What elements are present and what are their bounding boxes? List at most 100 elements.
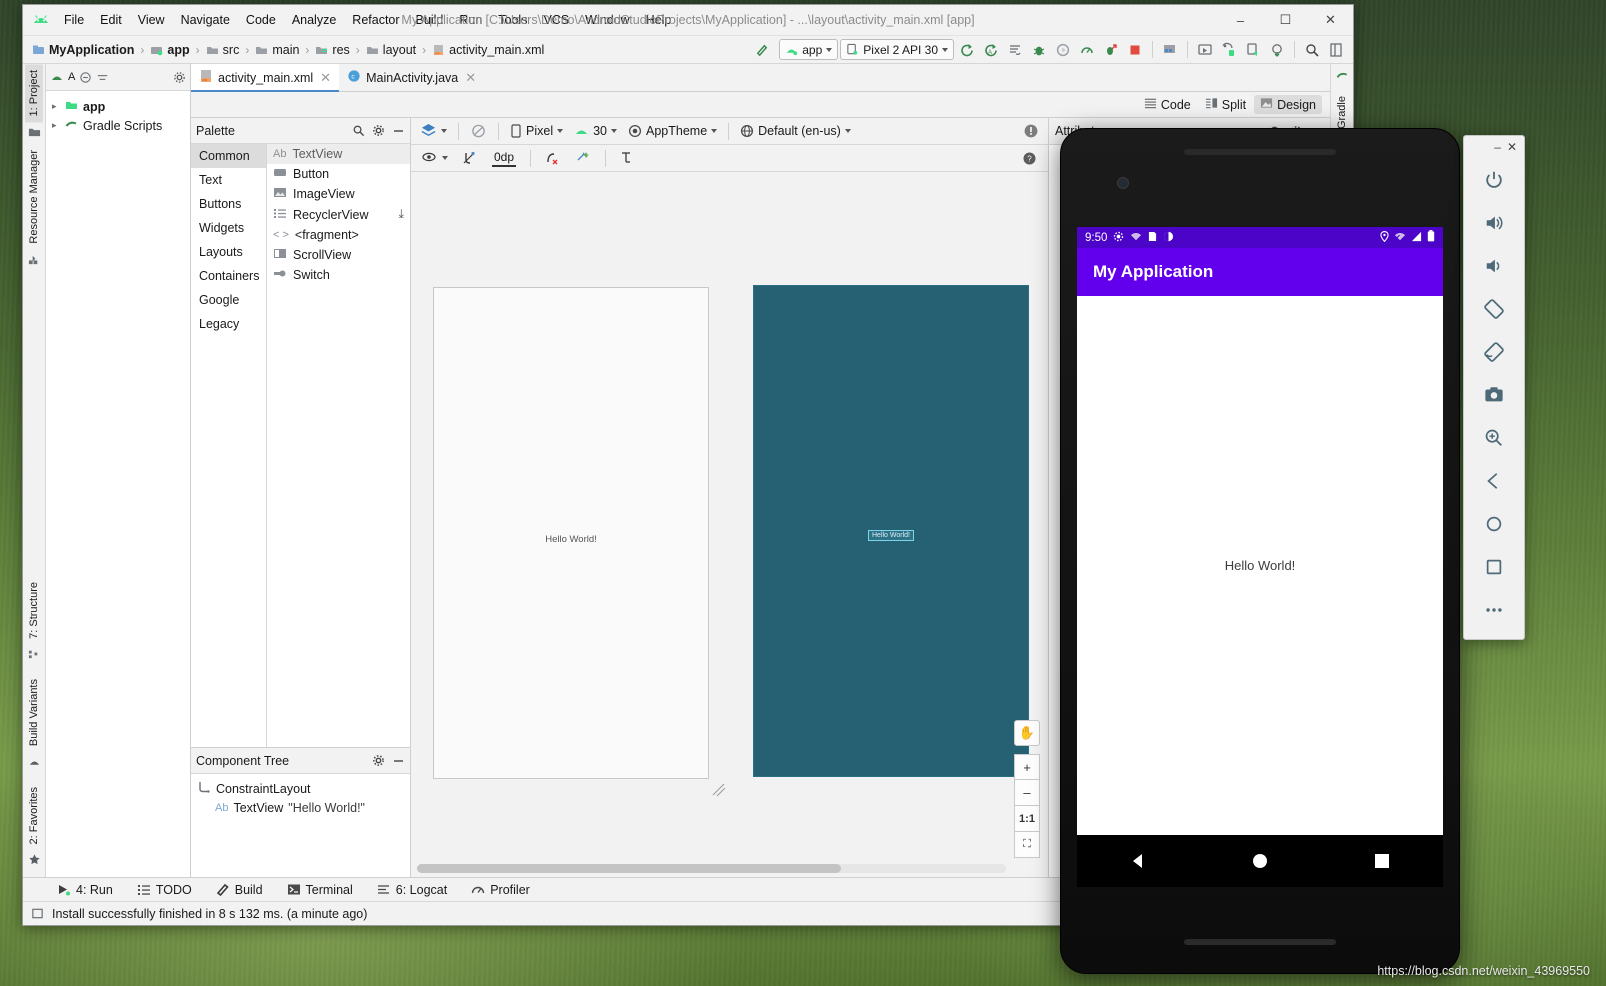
menu-run[interactable]: Run <box>452 9 489 31</box>
issue-notification-button[interactable] <box>1019 121 1043 141</box>
menu-edit[interactable]: Edit <box>93 9 129 31</box>
minimize-icon[interactable] <box>392 124 405 137</box>
tab-mainactivity-java[interactable]: c MainActivity.java ✕ <box>339 64 484 91</box>
menu-vcs[interactable]: VCS <box>536 9 576 31</box>
locale-selector[interactable]: Default (en-us) <box>736 122 855 140</box>
close-window-button[interactable]: ✕ <box>1308 5 1353 36</box>
view-mode-design[interactable]: Design <box>1254 95 1322 114</box>
zoom-in-button[interactable]: + <box>1014 754 1040 780</box>
debug-button[interactable] <box>1028 39 1050 61</box>
emulator-screenshot-button[interactable] <box>1473 373 1515 416</box>
apply-changes-button[interactable] <box>1004 39 1026 61</box>
tool-button-profiler[interactable]: Profiler <box>467 882 534 898</box>
view-mode-split[interactable]: Split <box>1199 95 1252 114</box>
run-button[interactable] <box>956 39 978 61</box>
palette-item-recyclerview[interactable]: RecyclerView ⤓ <box>267 204 410 225</box>
blueprint-preview[interactable]: Hello World! <box>753 285 1029 777</box>
view-mode-code[interactable]: Code <box>1138 95 1197 114</box>
emulator-zoom-button[interactable] <box>1473 416 1515 459</box>
android-view-icon[interactable] <box>50 71 64 83</box>
breadcrumb-item-main[interactable]: main <box>252 42 302 58</box>
minimize-window-button[interactable]: – <box>1218 5 1263 36</box>
palette-category-text[interactable]: Text <box>191 168 266 192</box>
design-blueprint-mode-button[interactable] <box>416 121 451 141</box>
design-canvas[interactable]: Hello World! Hello World! ✋ + – 1:1 ⛶ <box>411 172 1048 877</box>
palette-category-layouts[interactable]: Layouts <box>191 240 266 264</box>
apply-code-changes-button[interactable] <box>1100 39 1122 61</box>
menu-build[interactable]: Build <box>409 9 451 31</box>
emulator-volume-down-button[interactable] <box>1473 244 1515 287</box>
palette-item-textview[interactable]: Ab TextView <box>267 144 410 164</box>
sdk-manager-button[interactable] <box>1159 39 1181 61</box>
avd-manager-button[interactable] <box>1194 39 1216 61</box>
sidebar-item-project[interactable]: 1: Project <box>25 64 43 123</box>
tool-button-logcat[interactable]: 6: Logcat <box>373 882 451 898</box>
menu-navigate[interactable]: Navigate <box>174 9 237 31</box>
device-file-explorer-button[interactable] <box>1218 39 1240 61</box>
canvas-horizontal-scrollbar[interactable] <box>417 864 1006 873</box>
palette-item-fragment[interactable]: < > <fragment> <box>267 225 410 245</box>
home-button[interactable] <box>1249 850 1271 872</box>
close-icon[interactable]: ✕ <box>320 70 331 86</box>
emulator-rotate-right-button[interactable] <box>1473 330 1515 373</box>
menu-refactor[interactable]: Refactor <box>345 9 406 31</box>
menu-code[interactable]: Code <box>239 9 283 31</box>
make-project-button[interactable] <box>751 39 773 61</box>
zoom-actual-size-button[interactable]: 1:1 <box>1014 806 1040 832</box>
breadcrumb-item-res[interactable]: res <box>312 42 352 58</box>
back-button[interactable] <box>1127 850 1149 872</box>
layout-inspector-button[interactable] <box>1242 39 1264 61</box>
breadcrumb-item-file[interactable]: <> activity_main.xml <box>429 42 547 58</box>
collapse-all-icon[interactable] <box>79 71 92 84</box>
emulator-home-button[interactable] <box>1473 502 1515 545</box>
palette-category-google[interactable]: Google <box>191 288 266 312</box>
close-emulator-toolbar-button[interactable]: ✕ <box>1507 140 1517 154</box>
pan-tool-button[interactable]: ✋ <box>1014 720 1040 746</box>
search-everywhere-button[interactable] <box>1301 39 1323 61</box>
gear-icon[interactable] <box>372 124 385 137</box>
sidebar-item-build-variants[interactable]: Build Variants <box>25 673 43 752</box>
menu-analyze[interactable]: Analyze <box>285 9 343 31</box>
palette-category-containers[interactable]: Containers <box>191 264 266 288</box>
emulator-extended-controls-button[interactable] <box>1473 588 1515 631</box>
search-icon[interactable] <box>352 124 365 137</box>
breadcrumb-item-app[interactable]: app <box>147 42 192 58</box>
tool-button-todo[interactable]: TODO <box>133 882 196 898</box>
tool-button-terminal[interactable]: Terminal <box>283 882 357 898</box>
clear-constraints-button[interactable] <box>541 149 565 168</box>
emulator-screen[interactable]: 9:50 My Application Hello World! <box>1077 227 1443 835</box>
sync-gradle-button[interactable] <box>1266 39 1288 61</box>
emulator-volume-up-button[interactable] <box>1473 201 1515 244</box>
app-content-area[interactable]: Hello World! <box>1077 296 1443 835</box>
palette-category-widgets[interactable]: Widgets <box>191 216 266 240</box>
view-options-button[interactable] <box>418 149 452 167</box>
design-preview[interactable]: Hello World! <box>433 287 709 779</box>
sidebar-item-structure[interactable]: 7: Structure <box>25 576 43 645</box>
close-icon[interactable]: ✕ <box>465 70 476 86</box>
menu-file[interactable]: File <box>57 9 91 31</box>
api-level-selector[interactable]: 30 <box>570 122 621 140</box>
palette-category-legacy[interactable]: Legacy <box>191 312 266 336</box>
tree-row-constraintlayout[interactable]: ConstraintLayout <box>193 778 408 799</box>
download-icon[interactable]: ⤓ <box>398 207 404 222</box>
emulator-overview-button[interactable] <box>1473 545 1515 588</box>
tree-row-textview[interactable]: Ab TextView "Hello World!" <box>193 799 408 817</box>
design-preview-resize-handle[interactable] <box>711 782 727 798</box>
blueprint-textview-element[interactable]: Hello World! <box>868 530 914 541</box>
zoom-to-fit-button[interactable]: ⛶ <box>1014 832 1040 858</box>
minimize-emulator-toolbar-button[interactable]: – <box>1494 140 1501 154</box>
run-configuration-selector[interactable]: app <box>779 39 839 60</box>
palette-category-buttons[interactable]: Buttons <box>191 192 266 216</box>
device-selector[interactable]: Pixel <box>506 122 567 140</box>
autoconnect-button[interactable] <box>458 149 482 168</box>
palette-item-switch[interactable]: Switch <box>267 265 410 285</box>
menu-help[interactable]: Help <box>639 9 679 31</box>
default-margin-button[interactable]: 0dp <box>488 148 520 169</box>
tool-button-build[interactable]: Build <box>212 882 267 898</box>
help-button[interactable]: ? <box>1018 149 1041 168</box>
stop-button[interactable] <box>1124 39 1146 61</box>
expand-icon[interactable] <box>96 71 109 84</box>
project-node-app[interactable]: ▸ app <box>50 97 190 116</box>
emulator-power-button[interactable] <box>1473 158 1515 201</box>
palette-item-scrollview[interactable]: ScrollView <box>267 245 410 265</box>
